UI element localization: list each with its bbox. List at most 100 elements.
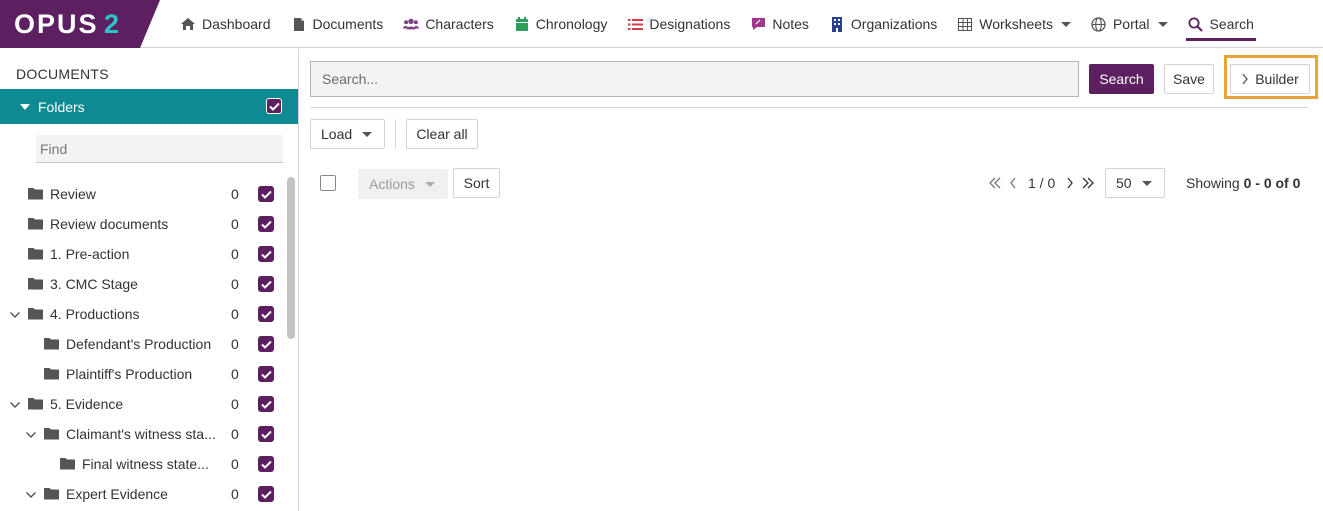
nav-characters[interactable]: Characters xyxy=(393,0,503,48)
sidebar-scrollbar[interactable] xyxy=(287,177,295,339)
folder-icon xyxy=(44,337,59,350)
folder-icon xyxy=(28,277,43,290)
folder-checkbox[interactable] xyxy=(258,336,274,352)
search-button[interactable]: Search xyxy=(1089,64,1154,94)
calendar-icon xyxy=(514,16,530,32)
folder-count: 0 xyxy=(231,426,239,442)
nav-portal[interactable]: Portal xyxy=(1081,0,1178,48)
folder-name[interactable]: Plaintiff's Production xyxy=(66,366,192,382)
svg-text:2: 2 xyxy=(104,9,119,39)
search-input[interactable] xyxy=(310,61,1079,97)
folder-name[interactable]: 5. Evidence xyxy=(50,396,123,412)
folder-name[interactable]: Final witness state... xyxy=(82,456,209,472)
folders-label: Folders xyxy=(38,98,85,115)
document-icon xyxy=(291,16,307,32)
folder-checkbox[interactable] xyxy=(258,186,274,202)
nav-search[interactable]: Search xyxy=(1178,0,1264,48)
search-main: Search Save Builder Load Clear all Actio… xyxy=(300,49,1323,511)
first-page-icon[interactable] xyxy=(986,174,1004,192)
nav-documents-label: Documents xyxy=(312,16,384,32)
clear-all-button[interactable]: Clear all xyxy=(406,119,478,149)
folder-row[interactable]: Review documents 0 xyxy=(0,209,284,239)
folder-count: 0 xyxy=(231,246,239,262)
folder-row[interactable]: 3. CMC Stage 0 xyxy=(0,269,284,299)
folder-checkbox[interactable] xyxy=(258,366,274,382)
nav-worksheets[interactable]: Worksheets xyxy=(947,0,1081,48)
folder-name[interactable]: 1. Pre-action xyxy=(50,246,129,262)
per-page-select[interactable]: 50 xyxy=(1105,168,1165,198)
chevron-down-icon[interactable] xyxy=(25,428,37,440)
top-navigation: OPUS 2 Dashboard Documents Characters Chron… xyxy=(0,0,1323,48)
showing-range: 0 - 0 of 0 xyxy=(1243,175,1301,191)
table-icon xyxy=(957,16,973,32)
folder-icon xyxy=(44,427,59,440)
save-button[interactable]: Save xyxy=(1164,64,1214,94)
next-page-icon[interactable] xyxy=(1061,174,1079,192)
folder-name[interactable]: 3. CMC Stage xyxy=(50,276,138,292)
chevron-down-icon[interactable] xyxy=(9,308,21,320)
folder-name[interactable]: 4. Productions xyxy=(50,306,140,322)
folder-icon xyxy=(28,187,43,200)
folder-row[interactable]: Review 0 xyxy=(0,179,284,209)
users-icon xyxy=(403,16,420,32)
list-icon xyxy=(627,16,643,32)
folders-checkbox[interactable] xyxy=(266,98,282,114)
folder-name[interactable]: Defendant's Production xyxy=(66,336,211,352)
load-label: Load xyxy=(321,126,353,142)
caret-down-icon xyxy=(425,182,435,187)
folder-checkbox[interactable] xyxy=(258,456,274,472)
sidebar-heading: DOCUMENTS xyxy=(16,66,109,82)
folder-row[interactable]: Final witness state... 0 xyxy=(0,449,284,479)
folder-row[interactable]: Plaintiff's Production 0 xyxy=(0,359,284,389)
folder-name[interactable]: Claimant's witness sta... xyxy=(66,426,216,442)
caret-down-icon[interactable] xyxy=(20,103,30,110)
svg-text:OPUS: OPUS xyxy=(14,9,99,39)
pagination: 1 / 0 xyxy=(986,173,1097,193)
builder-button[interactable]: Builder xyxy=(1230,64,1310,94)
chevron-down-icon[interactable] xyxy=(9,398,21,410)
folder-checkbox[interactable] xyxy=(258,396,274,412)
find-input[interactable] xyxy=(36,135,283,163)
folder-icon xyxy=(28,217,43,230)
folder-checkbox[interactable] xyxy=(258,426,274,442)
last-page-icon[interactable] xyxy=(1079,174,1097,192)
folder-count: 0 xyxy=(231,336,239,352)
folder-row[interactable]: 1. Pre-action 0 xyxy=(0,239,284,269)
nav-documents[interactable]: Documents xyxy=(281,0,394,48)
nav-menu: Dashboard Documents Characters Chronology De… xyxy=(170,0,1264,48)
nav-dashboard-label: Dashboard xyxy=(202,16,271,32)
globe-icon xyxy=(1091,16,1107,32)
folder-row[interactable]: Defendant's Production 0 xyxy=(0,329,284,359)
folder-checkbox[interactable] xyxy=(258,486,274,502)
select-all-checkbox[interactable] xyxy=(320,175,336,191)
nav-designations-label: Designations xyxy=(649,16,731,32)
actions-dropdown[interactable]: Actions xyxy=(358,169,448,199)
folders-header[interactable]: Folders xyxy=(0,89,298,124)
folder-count: 0 xyxy=(231,216,239,232)
nav-dashboard[interactable]: Dashboard xyxy=(170,0,281,48)
nav-worksheets-label: Worksheets xyxy=(979,16,1053,32)
folder-row[interactable]: 5. Evidence 0 xyxy=(0,389,284,419)
page-indicator: 1 / 0 xyxy=(1028,175,1056,191)
sort-button[interactable]: Sort xyxy=(453,168,500,198)
folder-icon xyxy=(44,487,59,500)
opus2-logo[interactable]: OPUS 2 xyxy=(0,0,168,48)
nav-designations[interactable]: Designations xyxy=(617,0,740,48)
load-dropdown[interactable]: Load xyxy=(310,119,385,149)
nav-chronology[interactable]: Chronology xyxy=(504,0,618,48)
actions-label: Actions xyxy=(369,176,415,192)
folder-row[interactable]: Claimant's witness sta... 0 xyxy=(0,419,284,449)
previous-page-icon[interactable] xyxy=(1004,174,1022,192)
folder-checkbox[interactable] xyxy=(258,246,274,262)
folder-name[interactable]: Review xyxy=(50,186,96,202)
folder-checkbox[interactable] xyxy=(258,306,274,322)
folder-name[interactable]: Review documents xyxy=(50,216,168,232)
folder-checkbox[interactable] xyxy=(258,276,274,292)
folder-row[interactable]: 4. Productions 0 xyxy=(0,299,284,329)
nav-organizations[interactable]: Organizations xyxy=(819,0,947,48)
folder-name[interactable]: Expert Evidence xyxy=(66,486,168,502)
folder-checkbox[interactable] xyxy=(258,216,274,232)
nav-notes[interactable]: Notes xyxy=(740,0,819,48)
chevron-down-icon[interactable] xyxy=(25,488,37,500)
folder-row[interactable]: Expert Evidence 0 xyxy=(0,479,284,509)
